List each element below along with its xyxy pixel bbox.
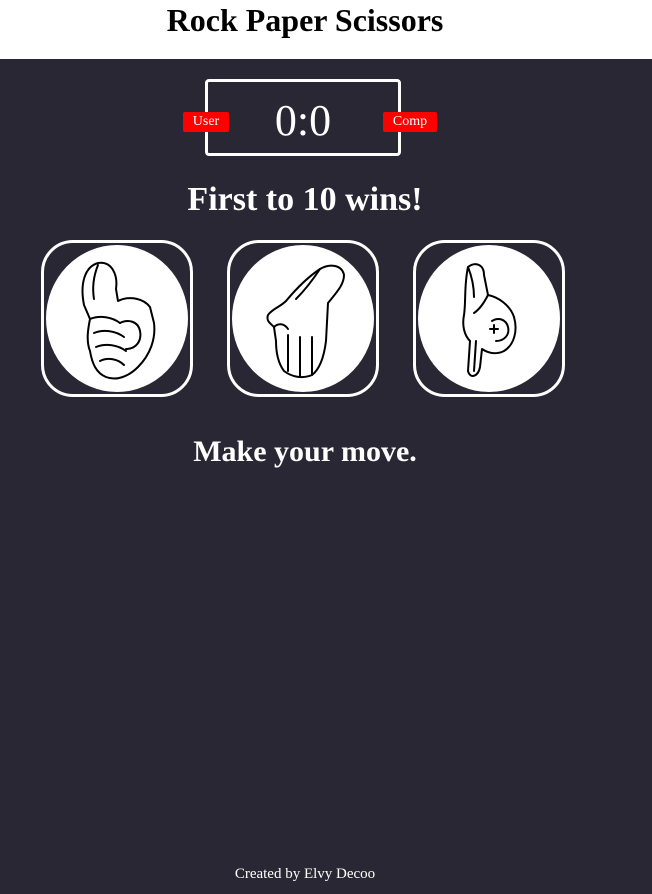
paper-hand-icon [232, 245, 374, 392]
rock-button[interactable] [41, 240, 193, 397]
page-title: Rock Paper Scissors [166, 2, 444, 38]
rock-hand-icon [46, 245, 188, 392]
scissors-button[interactable] [413, 240, 565, 397]
comp-badge: Comp [383, 112, 437, 132]
goal-message: First to 10 wins! [187, 181, 423, 218]
paper-button[interactable] [227, 240, 379, 397]
scoreboard: 0:0 [205, 79, 401, 156]
prompt-message: Make your move. [193, 435, 417, 468]
scissors-hand-icon [418, 245, 560, 392]
user-badge: User [183, 112, 229, 132]
header-bar: Rock Paper Scissors [0, 0, 652, 59]
footer-credit: Created by Elvy Decoo [234, 866, 376, 882]
score-display: 0:0 [274, 96, 332, 145]
